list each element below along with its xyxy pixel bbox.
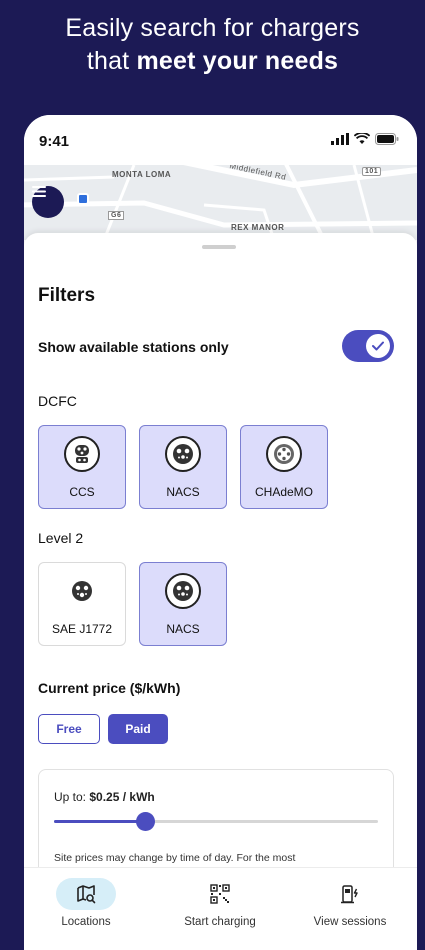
level2-j1772-option[interactable]: SAE J1772 (38, 562, 126, 646)
chip-label: CCS (69, 485, 95, 499)
nav-icon-wrap (210, 878, 230, 910)
qr-code-icon (210, 884, 230, 904)
price-slider-thumb[interactable] (135, 812, 155, 831)
checkmark-icon (372, 341, 384, 351)
price-limit-card: Up to: $0.25 / kWh Site prices may chang… (38, 769, 394, 879)
j1772-plug-icon (64, 573, 100, 609)
signal-icon (331, 133, 349, 145)
price-free-button[interactable]: Free (38, 714, 100, 744)
level2-heading: Level 2 (38, 530, 84, 546)
nav-view-sessions[interactable]: View sessions (302, 878, 398, 928)
chip-label: NACS (166, 485, 200, 499)
filters-title: Filters (38, 285, 96, 306)
nav-label: View sessions (313, 916, 387, 928)
toggle-knob (366, 334, 390, 358)
bottom-navigation: Locations Start charging View sessions (24, 867, 417, 950)
status-icons (331, 133, 399, 145)
filters-sheet: Filters Show available stations only DCF… (24, 233, 417, 879)
price-upto-label: Up to: $0.25 / kWh (54, 790, 155, 804)
map-route-101: 101 (362, 167, 382, 176)
nacs-plug-icon (165, 573, 201, 609)
hamburger-icon (32, 186, 46, 197)
charging-station-icon (341, 885, 358, 904)
price-title: Current price ($/kWh) (38, 680, 181, 696)
promo-headline: Easily search for chargers that meet you… (0, 12, 425, 78)
map-label-monta-loma: MONTA LOMA (112, 170, 172, 179)
nav-start-charging[interactable]: Start charging (170, 878, 270, 928)
price-note: Site prices may change by time of day. F… (54, 852, 296, 864)
chip-label: CHAdeMO (254, 485, 313, 499)
dcfc-ccs-option[interactable]: CCS (38, 425, 126, 509)
promo-line-2: that meet your needs (86, 47, 339, 75)
phone-frame: 9:41 MONTA LOMA Middlefield Rd REX MANOR… (24, 115, 417, 950)
nav-label: Start charging (184, 916, 256, 928)
map-view[interactable]: MONTA LOMA Middlefield Rd REX MANOR 101 … (24, 165, 417, 240)
chip-label: NACS (166, 622, 200, 636)
battery-icon (375, 133, 399, 145)
map-station-pin[interactable] (77, 193, 89, 205)
chip-label: SAE J1772 (51, 622, 113, 636)
available-only-label: Show available stations only (38, 339, 229, 355)
ccs-plug-icon (64, 436, 100, 472)
promo-line-1: Easily search for chargers (65, 14, 360, 42)
nav-active-indicator (56, 878, 116, 910)
sheet-drag-handle[interactable] (202, 245, 236, 249)
status-bar: 9:41 (24, 115, 417, 167)
price-slider-fill (54, 820, 145, 823)
dcfc-chademo-option[interactable]: CHAdeMO (240, 425, 328, 509)
available-only-toggle[interactable] (342, 330, 394, 362)
nav-label: Locations (61, 916, 111, 928)
chademo-plug-icon (266, 436, 302, 472)
price-slider[interactable] (54, 812, 378, 831)
wifi-icon (354, 133, 370, 144)
nav-icon-wrap (340, 878, 360, 910)
dcfc-nacs-option[interactable]: NACS (139, 425, 227, 509)
price-paid-button[interactable]: Paid (108, 714, 168, 744)
map-route-g6: G6 (108, 211, 125, 220)
nav-locations[interactable]: Locations (54, 878, 118, 928)
map-label-rex-manor: REX MANOR (231, 223, 285, 232)
map-search-icon (77, 885, 96, 904)
level2-nacs-option[interactable]: NACS (139, 562, 227, 646)
nacs-plug-icon (165, 436, 201, 472)
dcfc-heading: DCFC (38, 393, 77, 409)
status-time: 9:41 (39, 133, 70, 150)
menu-button[interactable] (32, 186, 64, 218)
